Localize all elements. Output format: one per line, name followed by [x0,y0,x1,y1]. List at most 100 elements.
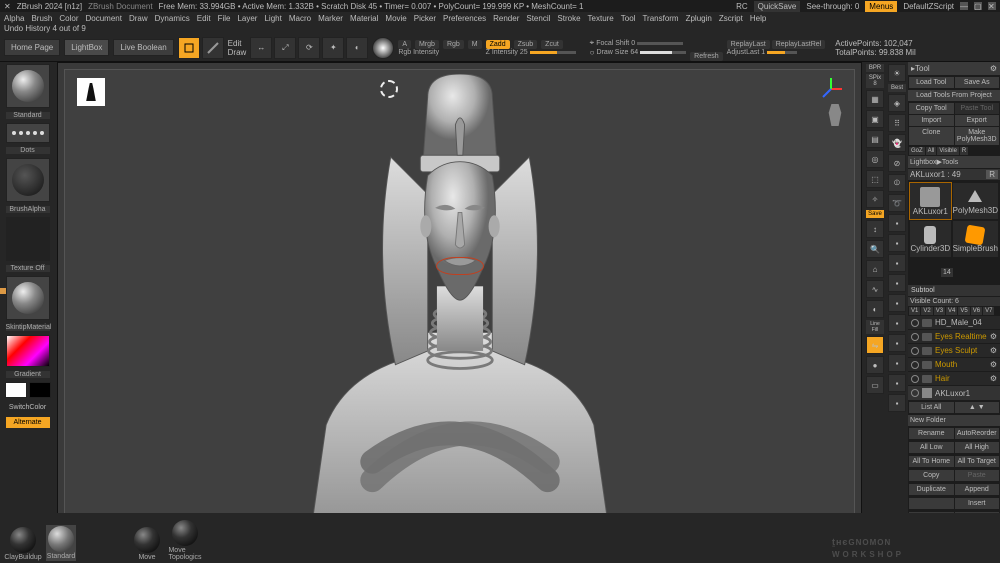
alllow-button[interactable]: All Low [909,442,954,453]
goz-button[interactable]: GoZ [909,147,925,155]
menu-item[interactable]: Picker [414,14,436,23]
black-swatch[interactable] [29,382,51,398]
tab-liveboolean[interactable]: Live Boolean [113,39,173,56]
color-corner-icon[interactable] [0,288,6,294]
menu-item[interactable]: Help [750,14,766,23]
tool-akluxor[interactable]: AKLuxor1 [910,183,951,219]
color-picker[interactable] [6,335,50,367]
menu-item[interactable]: Marker [318,14,343,23]
aahair-icon[interactable]: ∿ [866,280,884,298]
menu-item[interactable]: Draw [129,14,148,23]
best-button[interactable]: Best [888,84,906,92]
menu-item[interactable]: Alpha [4,14,24,23]
minimize-icon[interactable]: — [960,2,968,10]
visibility-eye-icon[interactable] [911,319,919,327]
sym-icon[interactable]: ⦶ [888,174,906,192]
preview-head-icon[interactable] [826,104,844,126]
view-icon[interactable]: ▦ [866,90,884,108]
actual-icon[interactable]: ⌂ [866,260,884,278]
menu-item[interactable]: Zscript [719,14,743,23]
append-button[interactable]: Append [955,484,1000,495]
tool-header[interactable]: ▸ Tool ⚙ [908,62,1000,75]
pf-icon[interactable]: ▭ [866,376,884,394]
brush-size-icon[interactable]: ○ [590,48,595,57]
brush-claybuildup[interactable]: ClayBuildup [8,527,38,561]
gear-icon[interactable]: ⚙ [990,346,997,355]
mrgb-rgb[interactable]: Rgb [443,40,464,49]
uv-tab[interactable]: V5 [958,307,969,315]
close-icon[interactable]: ✕ [988,2,996,10]
gear-icon[interactable]: ⚙ [990,374,997,383]
tool-extra[interactable] [909,261,939,283]
goz-all-button[interactable]: All [926,147,937,155]
white-swatch[interactable] [5,382,27,398]
adjust-last-slider[interactable]: AdjustLast 1 [727,49,766,56]
canvas[interactable] [64,69,855,538]
opacity-icon[interactable]: ◐ [866,300,884,318]
menu-item[interactable]: Stencil [526,14,550,23]
import-button[interactable]: Import [909,115,954,126]
visibility-eye-icon[interactable] [911,389,919,397]
autoreorder-button[interactable]: AutoReorder [955,428,1000,439]
floor-icon[interactable]: ▤ [866,130,884,148]
visibility-eye-icon[interactable] [911,361,919,369]
uv-tab[interactable]: V3 [934,307,945,315]
clone-button[interactable]: Clone [909,127,954,145]
brush-standard[interactable]: Standard [46,525,76,561]
menu-item[interactable]: Edit [197,14,211,23]
subtool-folder[interactable]: Eyes Realtime⚙ [908,330,1000,343]
tool-cylinder[interactable]: Cylinder3D [910,221,951,257]
cl-4-icon[interactable]: ▪ [888,274,906,292]
uv-tab[interactable]: V2 [921,307,932,315]
cl-9-icon[interactable]: ▪ [888,374,906,392]
new-folder-button[interactable]: New Folder [908,415,1000,426]
replay-last-button[interactable]: ReplayLast [727,40,770,49]
tab-lightbox[interactable]: LightBox [64,39,109,56]
visibility-eye-icon[interactable] [911,347,919,355]
gizmo3d-button[interactable]: ✦ [322,37,344,59]
viewport[interactable] [57,62,862,545]
rename-button[interactable]: Rename [909,428,954,439]
menu-item[interactable]: Render [493,14,519,23]
load-tool-button[interactable]: Load Tool [909,77,954,88]
scroll-icon[interactable]: ↕ [866,220,884,238]
render-icon[interactable]: ☀ [888,64,906,82]
default-zscript[interactable]: DefaultZScript [903,2,954,11]
uv-tab[interactable]: V4 [946,307,957,315]
menu-item[interactable]: Dynamics [155,14,190,23]
mrgb-a[interactable]: A [398,40,411,49]
visibility-eye-icon[interactable] [911,333,919,341]
gear-icon[interactable]: ⚙ [990,360,997,369]
up-arrows[interactable]: ▲ ▼ [955,402,1000,413]
subtool-folder[interactable]: Hair⚙ [908,372,1000,385]
brush-move[interactable]: Move [132,527,162,561]
export-button[interactable]: Export [955,115,1000,126]
alternate-button[interactable]: Alternate [6,417,50,428]
cl-5-icon[interactable]: ▪ [888,294,906,312]
document-thumb[interactable] [77,78,105,106]
draw-size-slider[interactable]: Draw Size 64 [597,49,639,56]
menu-item[interactable]: File [218,14,231,23]
sculptris-button[interactable]: ◐ [346,37,368,59]
uv-tab[interactable]: V6 [971,307,982,315]
brush-move-topo[interactable]: Move Topologics [170,520,200,561]
maximize-icon[interactable]: ▢ [974,2,982,10]
subtool-folder[interactable]: Mouth⚙ [908,358,1000,371]
zsub-button[interactable]: Zsub [514,40,538,49]
goz-r-button[interactable]: R [960,147,968,155]
cl-8-icon[interactable]: ▪ [888,354,906,372]
cl-1-icon[interactable]: ▪ [888,214,906,232]
cl-3-icon[interactable]: ▪ [888,254,906,272]
edit-mode-button[interactable] [178,37,200,59]
menu-item[interactable]: Document [86,14,122,23]
mrgb-m[interactable]: M [468,40,482,49]
menu-item[interactable]: Color [59,14,78,23]
switchcolor-button[interactable]: SwitchColor [6,402,50,413]
draw-mode-button[interactable] [202,37,224,59]
frame-icon[interactable]: ⬚ [866,170,884,188]
menu-item[interactable]: Texture [588,14,614,23]
allhigh-button[interactable]: All High [955,442,1000,453]
replay-last-rel-button[interactable]: ReplayLastRel [772,40,826,49]
menu-item[interactable]: Zplugin [686,14,712,23]
linefill-button[interactable]: Line Fill [866,320,884,334]
